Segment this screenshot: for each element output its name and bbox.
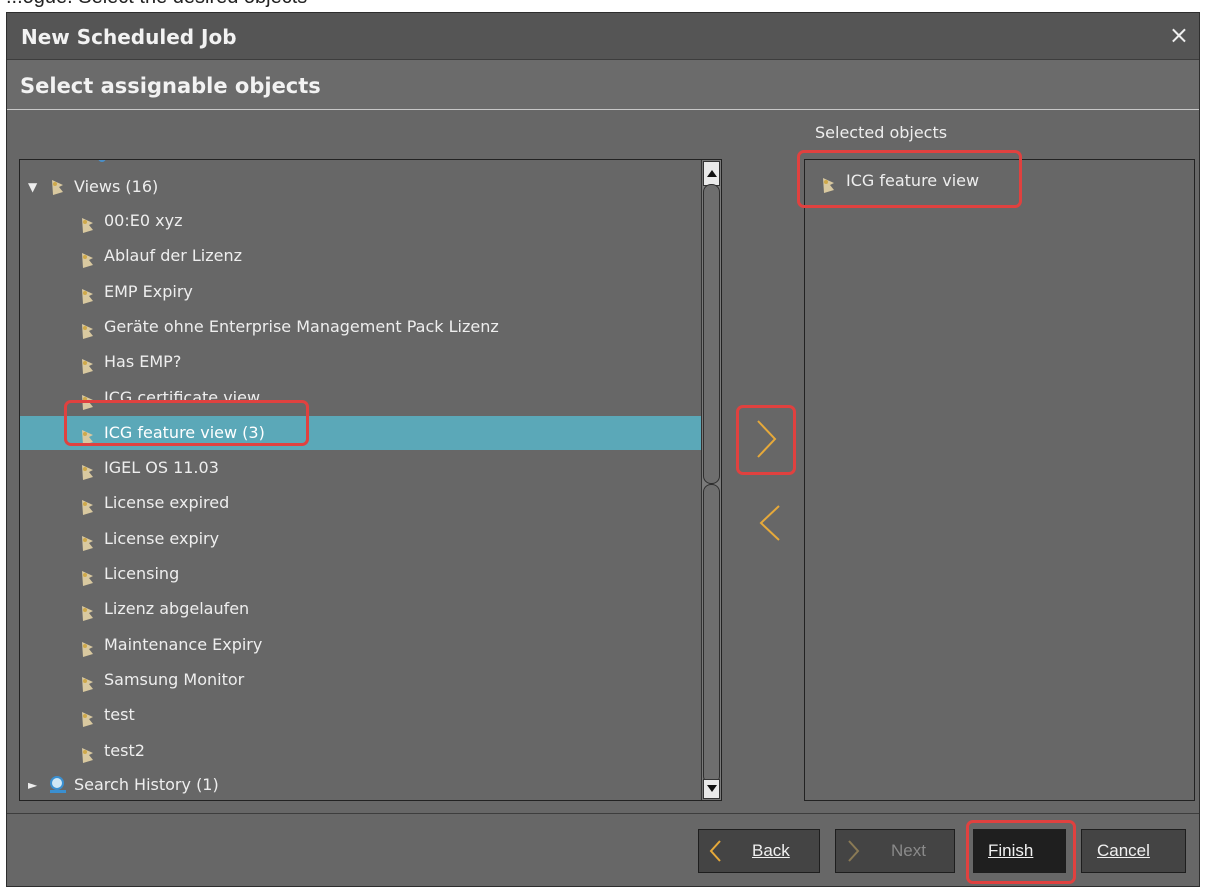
tree-view-item[interactable]: License expiry: [20, 522, 703, 556]
cancel-button[interactable]: Cancel: [1081, 829, 1186, 873]
tree-view-item[interactable]: 00:E0 xyz: [20, 204, 703, 238]
scroll-down-button[interactable]: [703, 779, 720, 799]
tree-view-item-label: Geräte ohne Enterprise Management Pack L…: [104, 316, 499, 336]
tree-view-item[interactable]: License expired: [20, 486, 703, 520]
scroll-track-upper[interactable]: [703, 184, 720, 484]
tree-view-item[interactable]: test2: [20, 734, 703, 768]
scroll-thumb[interactable]: [703, 484, 720, 784]
close-icon[interactable]: ×: [1169, 21, 1189, 49]
next-button-label: Next: [891, 841, 926, 860]
tree-view-item[interactable]: Samsung Monitor: [20, 663, 703, 697]
tree-view-item[interactable]: Has EMP?: [20, 345, 703, 379]
annotation-highlight-selected: [797, 150, 1022, 208]
tree-view-item[interactable]: Maintenance Expiry: [20, 628, 703, 662]
tree-view-item[interactable]: Lizenz abgelaufen: [20, 592, 703, 626]
next-button[interactable]: Next: [835, 829, 955, 873]
tree-scrollbar[interactable]: [701, 160, 721, 800]
collapse-triangle-icon[interactable]: ►: [28, 768, 37, 800]
tree-view-item-label: test: [104, 705, 135, 725]
step-title: Select assignable objects: [20, 74, 321, 98]
tree-node-label: Views (16): [74, 177, 159, 196]
scroll-up-button[interactable]: [703, 161, 720, 186]
annotation-highlight-add-arrow: [736, 405, 796, 475]
tree-view-item-label: EMP Expiry: [104, 281, 193, 301]
background-document-text: ...ogue. Select the desired objects: [0, 0, 1205, 12]
tree-view-item[interactable]: Geräte ohne Enterprise Management Pack L…: [20, 310, 703, 344]
tree-view-item[interactable]: EMP Expiry: [20, 275, 703, 309]
tree-view-item[interactable]: Ablauf der Lizenz: [20, 239, 703, 273]
tree-view-item-label: License expiry: [104, 528, 220, 548]
tree-view-item[interactable]: IGEL OS 11.03: [20, 451, 703, 485]
cancel-button-label: Cancel: [1097, 841, 1150, 860]
chevron-left-icon: [759, 505, 780, 541]
selected-objects-list[interactable]: ICG feature view: [804, 159, 1195, 801]
tree-view-item-label: IGEL OS 11.03: [104, 458, 219, 478]
tree-node-search-history[interactable]: ► Search History (1): [20, 768, 703, 800]
search-icon: [50, 776, 66, 793]
remove-from-selection-button[interactable]: [751, 498, 801, 554]
tree-view-item-label: 00:E0 xyz: [104, 211, 183, 230]
annotation-highlight-tree-item: [64, 400, 309, 446]
tree-node-views[interactable]: ▼ Views (16): [20, 170, 703, 204]
tree-view-item-label: Samsung Monitor: [104, 669, 245, 689]
tree-view-item[interactable]: test: [20, 698, 703, 732]
chevron-right-icon: [848, 840, 860, 862]
footer-divider: [7, 813, 1199, 814]
tree-view-item[interactable]: Licensing: [20, 557, 703, 591]
tree-view-item-label: Maintenance Expiry: [104, 634, 263, 654]
annotation-highlight-finish: [966, 820, 1076, 884]
back-button-label: Back: [752, 841, 790, 860]
tree-view-item-label: License expired: [104, 493, 230, 513]
tree-view-item-label: Licensing: [104, 564, 180, 583]
expand-triangle-icon[interactable]: ▼: [28, 170, 37, 204]
view-icon: [52, 180, 63, 195]
tree-view-item-label: test2: [104, 740, 145, 760]
selected-objects-label: Selected objects: [815, 123, 948, 142]
dialog-titlebar: New Scheduled Job ×: [7, 13, 1199, 60]
dialog-title: New Scheduled Job: [21, 25, 237, 49]
back-button[interactable]: Back: [698, 829, 820, 873]
available-objects-tree[interactable]: ▼ Views (16) 00:E0 xyz Ablauf der Lizenz E…: [19, 159, 722, 801]
tree-view-item-label: Lizenz abgelaufen: [104, 599, 250, 619]
tree-node-label: Search History (1): [74, 775, 219, 794]
tree-view-item-label: Ablauf der Lizenz: [104, 246, 243, 266]
chevron-left-icon: [709, 840, 721, 862]
step-header: Select assignable objects: [7, 60, 1199, 110]
partial-icon: [98, 160, 106, 162]
document-text: ...ogue. Select the desired objects: [6, 0, 307, 9]
tree-view-item-label: Has EMP?: [104, 352, 182, 372]
new-scheduled-job-dialog: New Scheduled Job × Select assignable ob…: [6, 12, 1200, 887]
